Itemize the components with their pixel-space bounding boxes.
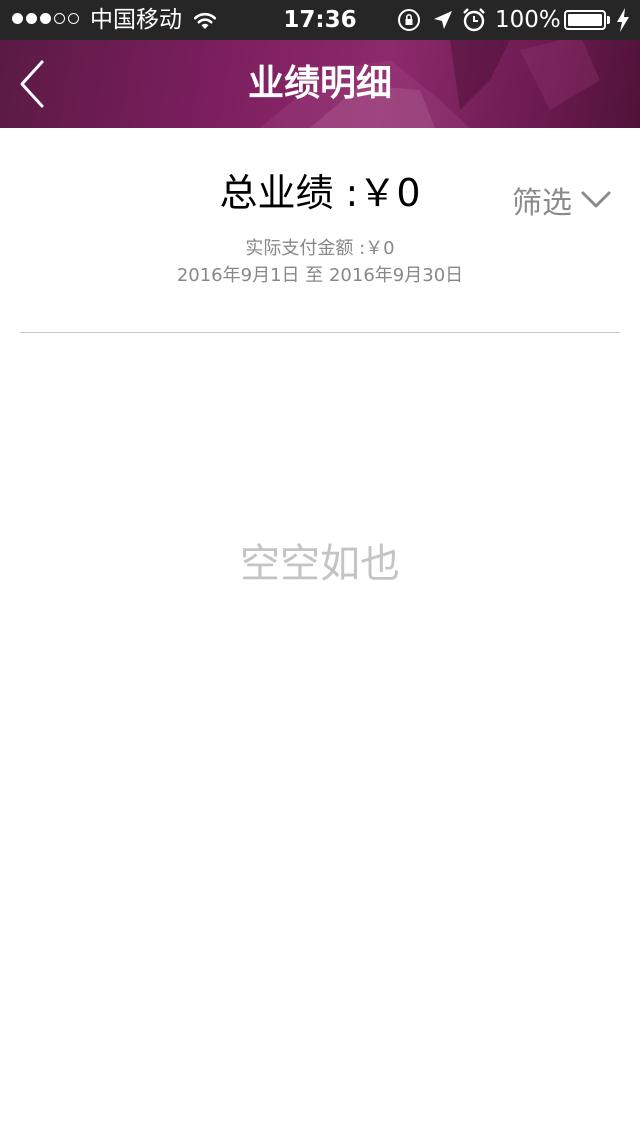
filter-button[interactable]: 筛选 [512, 180, 612, 221]
battery-level [568, 14, 602, 26]
battery-tip [607, 16, 610, 24]
divider [20, 332, 620, 333]
charging-bolt-icon [616, 8, 630, 38]
performance-summary: 总业绩 :￥0 筛选 实际支付金额 :￥0 2016年9月1日 至 2016年9… [0, 128, 640, 334]
header-background-image [260, 40, 600, 128]
status-bar: 中国移动 17:36 100% [0, 0, 640, 40]
chevron-down-icon [581, 191, 611, 208]
battery-percentage: 100% [495, 7, 561, 33]
chevron-left-icon [20, 60, 44, 108]
empty-state-message: 空空如也 [240, 541, 400, 587]
date-range: 2016年9月1日 至 2016年9月30日 [176, 265, 464, 286]
back-button[interactable] [14, 56, 54, 112]
battery-icon [564, 10, 606, 30]
location-arrow-icon [432, 9, 454, 37]
paid-label: 实际支付金额 : [245, 238, 366, 259]
navigation-bar: 业绩明细 [0, 40, 640, 128]
actual-paid-amount: 实际支付金额 :￥0 [0, 236, 640, 262]
alarm-clock-icon [462, 7, 486, 39]
filter-label: 筛选 [512, 186, 572, 221]
rotation-lock-icon [397, 8, 421, 38]
paid-value: ￥0 [365, 238, 395, 259]
total-label: 总业绩 : [219, 171, 359, 215]
total-value: ￥0 [358, 171, 421, 215]
